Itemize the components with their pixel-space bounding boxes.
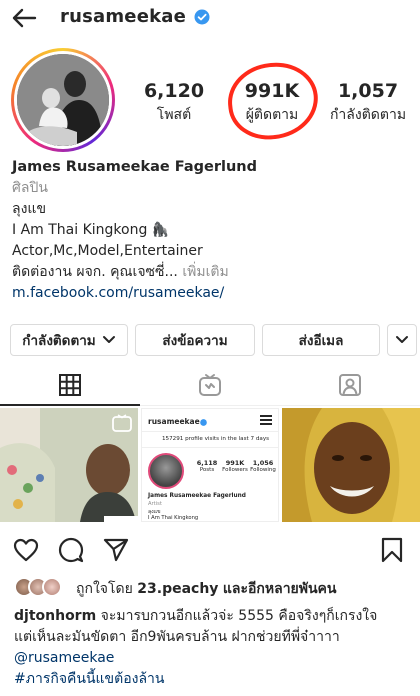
grid-icon	[59, 374, 81, 396]
red-highlight-circle	[224, 58, 322, 144]
embedded-following-label: Following	[250, 467, 276, 473]
chevron-down-icon	[102, 336, 115, 343]
active-tab-indicator	[0, 404, 140, 406]
chevron-down-icon	[396, 336, 408, 343]
caption-hashtag-link[interactable]: #ภารกิจคืนนี้แขต้องล้าน	[14, 669, 414, 690]
igtv-icon	[199, 374, 221, 396]
profile-avatar-story-ring[interactable]	[11, 48, 115, 152]
tab-tagged[interactable]	[280, 364, 420, 406]
likes-text: ถูกใจโดย 23.peachy และอีกหลายพันคน	[76, 578, 337, 600]
back-button[interactable]	[8, 4, 40, 32]
following-button-label: กำลังติดตาม	[22, 333, 96, 349]
grid-photo[interactable]	[0, 408, 138, 522]
embedded-followers-label: Followers	[222, 467, 248, 473]
message-button-label: ส่งข้อความ	[162, 333, 228, 349]
tab-grid[interactable]	[0, 364, 140, 406]
caption-username[interactable]: djtonhorm	[14, 608, 96, 624]
likes-suffix: และอีกหลายพันคน	[222, 581, 337, 597]
tab-igtv[interactable]	[140, 364, 280, 406]
caption-mention-link[interactable]: @rusameekae	[14, 648, 414, 669]
posts-count-label: โพสต์	[156, 107, 192, 123]
paper-plane-icon	[103, 538, 129, 562]
embedded-following-value: 1,056	[252, 459, 274, 467]
profile-full-name: James Rusameekae Fagerlund	[12, 159, 257, 175]
verified-badge-icon	[194, 9, 210, 25]
bio-line: I Am Thai Kingkong 🦍	[12, 222, 170, 238]
posts-count: 6,120 โพสต์	[134, 80, 214, 126]
posts-count-value: 6,120	[143, 80, 205, 102]
avatar-photo	[17, 54, 109, 146]
comment-button[interactable]	[55, 534, 87, 566]
suggested-accounts-button[interactable]	[387, 324, 417, 356]
like-button[interactable]	[10, 534, 42, 566]
heart-icon	[13, 538, 39, 562]
bio-line: Actor,Mc,Model,Entertainer	[12, 243, 203, 259]
likes-prefix: ถูกใจโดย	[76, 581, 133, 597]
top-bar: rusameekae	[0, 0, 420, 36]
post-caption: djtonhorm จะมารบกวนอีกแล้วจ่ะ 5555 คือจร…	[14, 606, 414, 690]
bio-more-link[interactable]: เพิ่มเติม	[182, 264, 228, 280]
tagged-person-icon	[339, 374, 361, 396]
embedded-avatar	[148, 453, 184, 489]
embedded-profile-visits: 157291 profile visits in the last 7 days	[162, 436, 270, 442]
liker-avatar	[42, 577, 62, 597]
embedded-username: rusameekae	[148, 417, 200, 426]
following-count-value: 1,057	[337, 80, 399, 102]
following-button[interactable]: กำลังติดตาม	[10, 324, 128, 356]
profile-category: ศิลปิน	[12, 180, 48, 196]
bio-contact-line: ติดต่องาน ผจก. คุณเจซซี่... เพิ่มเติม	[12, 262, 412, 283]
embedded-menu-icon	[260, 415, 272, 425]
profile-bio: James Rusameekae Fagerlund ศิลปิน ลุงแข …	[12, 157, 412, 304]
following-count[interactable]: 1,057 กำลังติดตาม	[318, 80, 418, 126]
bio-website-link[interactable]: m.facebook.com/rusameekae/	[12, 283, 412, 304]
bookmark-icon	[381, 537, 403, 563]
save-button[interactable]	[376, 534, 408, 566]
embedded-followers-value: 991K	[225, 459, 245, 467]
bio-line: ลุงแข	[12, 201, 47, 217]
embedded-posts-label: Posts	[199, 467, 215, 473]
embedded-bio-line: I Am Thai Kingkong	[148, 515, 199, 521]
likes-summary[interactable]: ถูกใจโดย 23.peachy และอีกหลายพันคน	[14, 577, 414, 601]
email-button-label: ส่งอีเมล	[298, 333, 344, 349]
profile-username: rusameekae	[60, 6, 187, 27]
bio-contact-text: ติดต่องาน ผจก. คุณเจซซี่...	[12, 264, 178, 280]
profile-tabs	[0, 364, 420, 406]
photo-grid: rusameekae 157291 profile visits in the …	[0, 408, 420, 522]
embedded-full-name: James Rusameekae Fagerlund	[148, 493, 246, 499]
embedded-category: Artist	[148, 501, 162, 507]
email-button[interactable]: ส่งอีเมล	[262, 324, 380, 356]
arrow-left-icon	[12, 8, 37, 28]
message-button[interactable]: ส่งข้อความ	[135, 324, 255, 356]
grid-photo-image	[282, 408, 420, 522]
embedded-posts-value: 6,118	[196, 459, 218, 467]
embedded-verified-icon	[200, 419, 207, 426]
grid-photo[interactable]: rusameekae 157291 profile visits in the …	[141, 408, 279, 522]
grid-photo[interactable]	[282, 408, 420, 522]
avatar	[17, 54, 109, 146]
caption-text: แต่เห็นละมันขัดตา อีก9พันครบล้าน ฝากช่วย…	[14, 629, 340, 645]
following-count-label: กำลังติดตาม	[329, 107, 407, 123]
liker-username[interactable]: 23.peachy	[137, 581, 218, 597]
igtv-icon	[112, 414, 132, 432]
share-button[interactable]	[100, 534, 132, 566]
caption-text: จะมารบกวนอีกแล้วจ่ะ 5555 คือจริงๆก็เกรงใ…	[96, 608, 378, 624]
comment-icon	[58, 537, 84, 563]
post-actions	[0, 532, 420, 572]
